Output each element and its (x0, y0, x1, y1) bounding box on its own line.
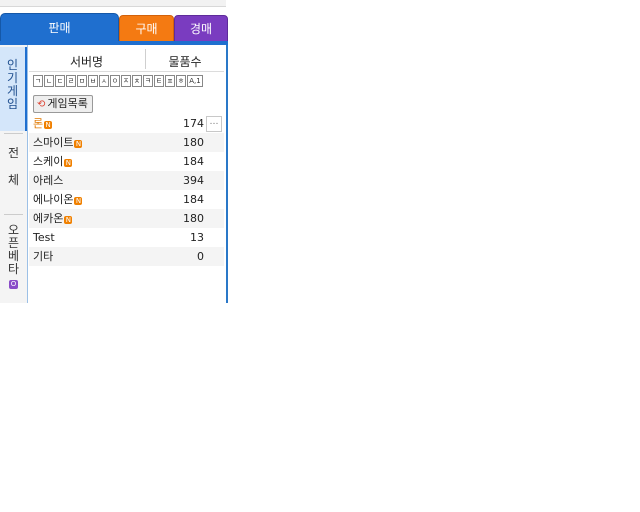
list-item[interactable]: 론N 174 … (29, 114, 224, 133)
index-letter[interactable]: ㅍ (165, 75, 175, 87)
list-item[interactable]: 기타 0 (29, 247, 224, 266)
item-count: 180 (183, 212, 204, 225)
tab-sell[interactable]: 판매 (0, 13, 119, 43)
new-badge: N (74, 140, 83, 148)
trade-tabs: 판매 구매 경매 (0, 13, 228, 43)
tab-auction[interactable]: 경매 (174, 15, 228, 43)
new-badge: N (64, 159, 73, 167)
sidebar-char: 전 (7, 146, 20, 160)
sidebar-item-all[interactable]: 전 체 (0, 135, 27, 213)
top-strip (0, 0, 226, 7)
server-name: 기타 (33, 250, 54, 263)
index-letter[interactable]: ㅇ (110, 75, 120, 87)
refresh-icon: ⟲ (37, 99, 46, 110)
list-item[interactable]: 아레스 394 (29, 171, 224, 190)
sidebar-char: 타 (7, 262, 20, 276)
server-name: Test (33, 231, 55, 244)
list-item[interactable]: 에나이온 N 184 (29, 190, 224, 209)
index-letter[interactable]: ㅎ (176, 75, 186, 87)
index-letter[interactable]: ㅅ (99, 75, 109, 87)
server-list: 론N 174 … 스마이트 N 180 스케이 N 184 아레스 394 에나이온… (29, 114, 224, 266)
item-count: 394 (183, 174, 204, 187)
item-count: 180 (183, 136, 204, 149)
index-letter[interactable]: ㄹ (66, 75, 76, 87)
server-name: 스케이 (33, 155, 64, 168)
sidebar-char: 체 (7, 173, 20, 187)
item-count-header: 물품수 (168, 55, 202, 69)
open-beta-badge: O (9, 280, 18, 289)
sidebar-item-popular-games[interactable]: 인 기 게 임 (0, 47, 27, 131)
list-item[interactable]: Test 13 (29, 228, 224, 247)
alphabet-index: ㄱㄴㄷㄹㅁㅂㅅㅇㅈㅊㅋㅌㅍㅎ A,1 (33, 75, 223, 87)
game-list-label: 게임목록 (47, 97, 88, 110)
sidebar-divider (4, 214, 23, 215)
server-name: 에나이온 (33, 193, 74, 206)
list-item[interactable]: 스마이트 N 180 (29, 133, 224, 152)
list-item[interactable]: 스케이 N 184 (29, 152, 224, 171)
sidebar-divider (4, 133, 23, 134)
item-count: 0 (197, 250, 204, 263)
index-letter[interactable]: ㄱ (33, 75, 43, 87)
new-badge: N (44, 121, 53, 129)
index-letter[interactable]: ㄴ (44, 75, 54, 87)
item-count: 184 (183, 155, 204, 168)
game-list-button[interactable]: ⟲ 게임목록 (33, 95, 93, 113)
item-count: 13 (190, 231, 204, 244)
index-letter[interactable]: ㅁ (77, 75, 87, 87)
index-letter[interactable]: ㅊ (132, 75, 142, 87)
index-letter[interactable]: ㅈ (121, 75, 131, 87)
server-name-header: 서버명 (69, 55, 104, 69)
list-header: 서버명 물품수 (29, 47, 224, 72)
item-count: 174 (183, 117, 204, 130)
index-letter[interactable]: ㄷ (55, 75, 65, 87)
index-letter[interactable]: A,1 (187, 75, 203, 87)
scroll-handle[interactable]: … (206, 116, 222, 132)
server-list-area: 서버명 물품수 ㄱㄴㄷㄹㅁㅂㅅㅇㅈㅊㅋㅌㅍㅎ A,1 ⟲ 게임목록 론N 174 …… (29, 47, 224, 301)
sidebar-item-open-beta[interactable]: 오 픈 베 타 O (0, 216, 27, 300)
index-letter[interactable]: ㅋ (143, 75, 153, 87)
category-sidebar: 인 기 게 임 전 체 오 픈 베 타 O (0, 45, 28, 303)
index-letter[interactable]: ㅂ (88, 75, 98, 87)
sidebar-char: 임 (6, 97, 19, 111)
server-name: 론 (33, 117, 44, 130)
server-name: 아레스 (33, 174, 64, 187)
server-panel: 인 기 게 임 전 체 오 픈 베 타 O 서버명 물품수 ㄱㄴㄷㄹㅁㅂㅅㅇㅈㅊ… (0, 45, 228, 303)
list-item[interactable]: 에카온 N 180 (29, 209, 224, 228)
new-badge: N (74, 197, 83, 205)
item-count: 184 (183, 193, 204, 206)
server-name: 스마이트 (33, 136, 74, 149)
index-letter[interactable]: ㅌ (154, 75, 164, 87)
server-name: 에카온 (33, 212, 64, 225)
new-badge: N (64, 216, 73, 224)
tab-buy[interactable]: 구매 (119, 15, 174, 43)
